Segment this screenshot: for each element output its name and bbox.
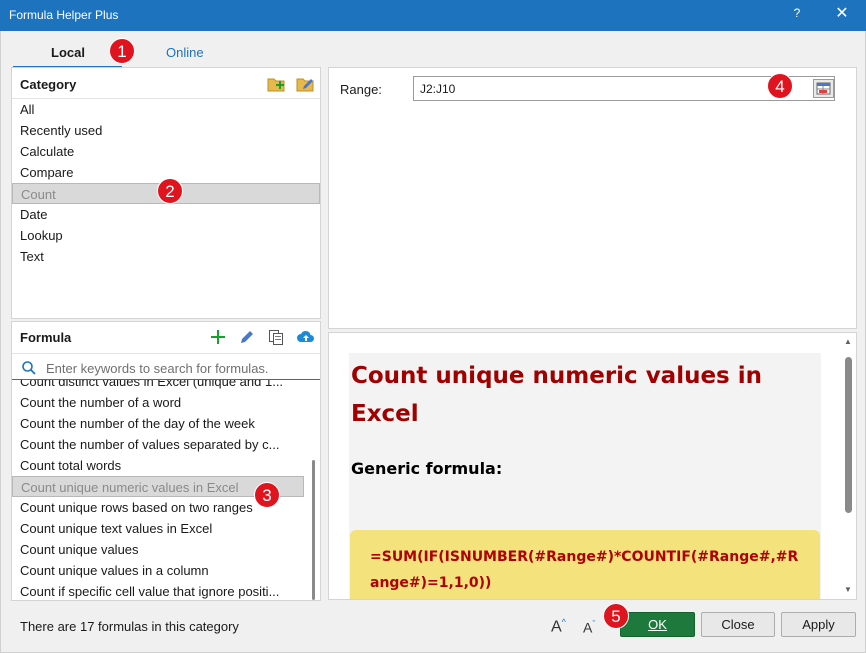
add-formula-icon[interactable] — [210, 329, 226, 348]
document-scroll-thumb[interactable] — [845, 357, 852, 513]
range-label: Range: — [340, 82, 382, 97]
tab-local[interactable]: Local — [51, 45, 85, 60]
category-item-text[interactable]: Text — [12, 246, 320, 267]
callout-marker-1: 1 — [109, 38, 135, 64]
category-item-lookup[interactable]: Lookup — [12, 225, 320, 246]
formula-header: Formula — [20, 330, 72, 345]
formula-list-scrollbar[interactable] — [312, 460, 315, 600]
formula-search-input[interactable] — [44, 358, 312, 378]
search-icon — [21, 360, 37, 379]
formula-description-panel: Count unique numeric values in Excel Gen… — [328, 332, 857, 600]
formula-item[interactable]: Count total words — [12, 455, 304, 476]
formula-item[interactable]: Count unique values — [12, 539, 304, 560]
ok-button[interactable]: OK — [620, 612, 695, 637]
category-item-date[interactable]: Date — [12, 204, 320, 225]
document-scrollbar[interactable]: ▲ ▼ — [842, 337, 854, 595]
dialog-body: Local Online Category All Recently used … — [0, 31, 866, 653]
generic-formula-label: Generic formula: — [351, 459, 503, 478]
close-button[interactable]: Close — [701, 612, 775, 637]
decrease-font-glyph: A — [583, 619, 593, 636]
upload-formula-icon[interactable] — [297, 329, 315, 348]
category-item-all[interactable]: All — [12, 99, 320, 120]
formula-item[interactable]: Count unique values in a column — [12, 560, 304, 581]
scroll-down-icon[interactable]: ▼ — [842, 585, 854, 595]
range-select-button[interactable] — [813, 79, 834, 98]
edit-formula-icon[interactable] — [239, 329, 255, 348]
range-select-icon — [816, 82, 831, 95]
generic-formula-text: =SUM(IF(ISNUMBER(#Range#)*COUNTIF(#Range… — [370, 549, 799, 591]
range-input[interactable] — [418, 80, 798, 97]
increase-font-glyph: A — [551, 618, 562, 636]
category-item-calculate[interactable]: Calculate — [12, 141, 320, 162]
window-title: Formula Helper Plus — [9, 8, 119, 22]
formula-search — [12, 356, 320, 380]
decrease-font-icon[interactable]: Aˇ — [583, 619, 595, 636]
add-category-icon[interactable] — [267, 76, 285, 95]
formula-item[interactable]: Count the number of the day of the week — [12, 413, 304, 434]
copy-formula-icon[interactable] — [268, 329, 284, 348]
increase-font-icon[interactable]: A^ — [551, 617, 566, 636]
category-item-recently-used[interactable]: Recently used — [12, 120, 320, 141]
tab-online[interactable]: Online — [166, 45, 204, 60]
range-panel: Range: — [328, 67, 857, 329]
callout-marker-4: 4 — [767, 73, 793, 99]
status-text: There are 17 formulas in this category — [20, 619, 239, 634]
formula-panel: Formula Enter keywords to search for for… — [11, 321, 321, 601]
formula-item[interactable]: Count unique text values in Excel — [12, 518, 304, 539]
scroll-up-icon[interactable]: ▲ — [842, 337, 854, 347]
generic-formula-box: =SUM(IF(ISNUMBER(#Range#)*COUNTIF(#Range… — [350, 530, 820, 599]
edit-category-icon[interactable] — [296, 76, 314, 95]
formula-item[interactable]: Count if specific cell value that ignore… — [12, 581, 304, 600]
formula-item[interactable]: Count distinct values in Excel (unique a… — [12, 380, 304, 392]
callout-marker-2: 2 — [157, 178, 183, 204]
category-header: Category — [20, 77, 77, 92]
formula-item[interactable]: Count the number of a word — [12, 392, 304, 413]
title-bar: Formula Helper Plus ? ✕ — [0, 0, 866, 31]
document-title: Count unique numeric values in Excel — [351, 363, 763, 427]
window-close-button[interactable]: ✕ — [834, 5, 850, 23]
formula-header-divider — [12, 353, 320, 354]
callout-marker-3: 3 — [254, 482, 280, 508]
callout-marker-5: 5 — [603, 603, 629, 629]
apply-button[interactable]: Apply — [781, 612, 856, 637]
formula-item[interactable]: Count the number of values separated by … — [12, 434, 304, 455]
formula-document: Count unique numeric values in Excel Gen… — [349, 353, 821, 599]
help-button[interactable]: ? — [789, 6, 805, 20]
